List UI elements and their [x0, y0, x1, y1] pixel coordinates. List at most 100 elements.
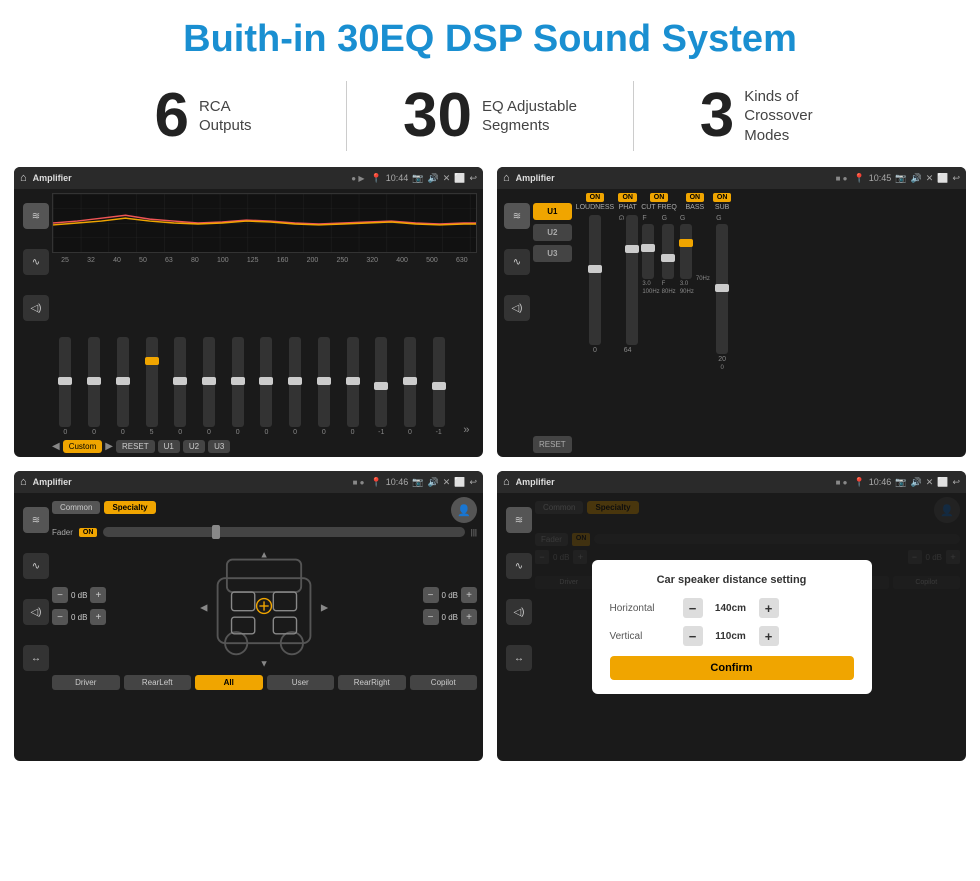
fader-vol-right: − 0 dB + − 0 dB + — [423, 587, 477, 625]
fader-minus-2[interactable]: − — [423, 587, 439, 603]
fader-icon-wave[interactable]: ∿ — [23, 553, 49, 579]
cutfreq-toggle[interactable]: ON — [650, 193, 669, 202]
stats-row: 6 RCAOutputs 30 EQ AdjustableSegments 3 … — [0, 71, 980, 167]
fader-plus-3[interactable]: + — [461, 609, 477, 625]
screen1-eq-area: ≋ ∿ ◁) — [14, 189, 483, 457]
eq-btn-custom[interactable]: Custom — [63, 440, 103, 453]
home-icon-4[interactable]: ⌂ — [503, 476, 510, 488]
fader-btn-driver[interactable]: Driver — [52, 675, 120, 690]
eq-icon-wave[interactable]: ∿ — [23, 249, 49, 275]
car-svg-area: ▲ ▼ ◀ ▶ — [114, 541, 414, 671]
eq-slider-8[interactable]: 0 — [289, 337, 301, 436]
dist-icon-arrows[interactable]: ↔ — [506, 645, 532, 671]
fader-plus-0[interactable]: + — [90, 587, 106, 603]
cross-col-sub: ON SUB G 20 0 — [713, 193, 732, 453]
eq-more-icon[interactable]: » — [463, 424, 469, 436]
loudness-toggle[interactable]: ON — [586, 193, 605, 202]
screen-crossover: ⌂ Amplifier ■ ● 📍 10:45 📷 🔊 ✕ ⬜ ↩ ≋ ∿ ◁) — [497, 167, 966, 457]
eq-slider-13[interactable]: -1 — [433, 337, 445, 436]
dist-icon-filters[interactable]: ≋ — [506, 507, 532, 533]
eq-slider-3[interactable]: 5 — [146, 337, 158, 436]
eq-bottom-bar: ◀ Custom ▶ RESET U1 U2 U3 — [52, 440, 477, 453]
eq-slider-11[interactable]: -1 — [375, 337, 387, 436]
fader-icon-filters[interactable]: ≋ — [23, 507, 49, 533]
cross-col-cutfreq: ON CUT FREQ F 3.0 100Hz — [641, 193, 677, 453]
screen1-topbar-icons: 📍 10:44 📷 🔊 ✕ ⬜ ↩ — [371, 173, 478, 184]
fader-btn-rearleft[interactable]: RearLeft — [124, 675, 192, 690]
eq-slider-12[interactable]: 0 — [404, 337, 416, 436]
dist-horizontal-label: Horizontal — [610, 603, 675, 614]
eq-icon-speaker[interactable]: ◁) — [23, 295, 49, 321]
screen4-topbar-icons: 📍 10:46 📷 🔊 ✕ ⬜ ↩ — [854, 477, 961, 488]
fader-btn-rearleft2[interactable]: RearRight — [338, 675, 406, 690]
cross-preset-u2[interactable]: U2 — [533, 224, 572, 241]
cross-reset-btn[interactable]: RESET — [533, 436, 572, 453]
cross-icon-filters[interactable]: ≋ — [504, 203, 530, 229]
fader-minus-1[interactable]: − — [52, 609, 68, 625]
fader-btn-all[interactable]: All — [195, 675, 263, 690]
dist-tab-specialty[interactable]: Specialty — [587, 501, 638, 514]
cross-icon-speaker[interactable]: ◁) — [504, 295, 530, 321]
eq-sidebar: ≋ ∿ ◁) — [20, 193, 52, 453]
fader-icon-speaker[interactable]: ◁) — [23, 599, 49, 625]
fader-btn-copilot[interactable]: Copilot — [410, 675, 478, 690]
fader-tab-specialty[interactable]: Specialty — [104, 501, 155, 514]
dist-vertical-minus[interactable]: − — [683, 626, 703, 646]
eq-main: 253240506380100125160200250320400500630 … — [52, 193, 477, 453]
home-icon-2[interactable]: ⌂ — [503, 172, 510, 184]
sub-toggle[interactable]: ON — [713, 193, 732, 202]
eq-slider-1[interactable]: 0 — [88, 337, 100, 436]
fader-bottom-buttons: Driver RearLeft All User RearRight Copil… — [52, 675, 477, 690]
cross-col-phat: ON PHAT G 64 — [617, 193, 638, 453]
fader-on-badge[interactable]: ON — [79, 528, 98, 537]
fader-tab-common[interactable]: Common — [52, 501, 100, 514]
fader-db-1: 0 dB — [71, 613, 87, 622]
eq-slider-4[interactable]: 0 — [174, 337, 186, 436]
eq-slider-0[interactable]: 0 — [59, 337, 71, 436]
eq-btn-u2[interactable]: U2 — [183, 440, 205, 453]
fader-plus-2[interactable]: + — [461, 587, 477, 603]
phat-toggle[interactable]: ON — [618, 193, 637, 202]
fader-minus-3[interactable]: − — [423, 609, 439, 625]
dist-icon-wave[interactable]: ∿ — [506, 553, 532, 579]
screen1-title: Amplifier — [33, 173, 72, 183]
eq-btn-u1[interactable]: U1 — [158, 440, 180, 453]
home-icon[interactable]: ⌂ — [20, 172, 27, 184]
fader-profile-btn[interactable]: 👤 — [451, 497, 477, 523]
fader-vol-row-1: − 0 dB + — [52, 609, 106, 625]
dist-icon-speaker[interactable]: ◁) — [506, 599, 532, 625]
eq-slider-10[interactable]: 0 — [347, 337, 359, 436]
home-icon-3[interactable]: ⌂ — [20, 476, 27, 488]
screen2-topbar-icons: 📍 10:45 📷 🔊 ✕ ⬜ ↩ — [854, 173, 961, 184]
fader-plus-1[interactable]: + — [90, 609, 106, 625]
bass-toggle[interactable]: ON — [686, 193, 705, 202]
eq-slider-5[interactable]: 0 — [203, 337, 215, 436]
eq-slider-9[interactable]: 0 — [318, 337, 330, 436]
stat-number-crossover: 3 — [700, 85, 734, 147]
cross-icon-wave[interactable]: ∿ — [504, 249, 530, 275]
dist-confirm-button[interactable]: Confirm — [610, 656, 854, 680]
eq-btn-reset[interactable]: RESET — [116, 440, 155, 453]
dist-profile-btn[interactable]: 👤 — [934, 497, 960, 523]
dist-horizontal-plus[interactable]: + — [759, 598, 779, 618]
eq-slider-7[interactable]: 0 — [260, 337, 272, 436]
fader-slider[interactable] — [103, 527, 464, 537]
fader-minus-0[interactable]: − — [52, 587, 68, 603]
dist-tab-common[interactable]: Common — [535, 501, 583, 514]
eq-icon-filters[interactable]: ≋ — [23, 203, 49, 229]
dist-vertical-plus[interactable]: + — [759, 626, 779, 646]
cross-preset-u1[interactable]: U1 — [533, 203, 572, 220]
dist-horizontal-minus[interactable]: − — [683, 598, 703, 618]
stat-label-crossover: Kinds ofCrossover Modes — [744, 87, 854, 146]
cross-preset-u3[interactable]: U3 — [533, 245, 572, 262]
fader-icon-arrows[interactable]: ↔ — [23, 645, 49, 671]
eq-slider-2[interactable]: 0 — [117, 337, 129, 436]
fader-db-3: 0 dB — [442, 613, 458, 622]
eq-btn-u3[interactable]: U3 — [208, 440, 230, 453]
stat-crossover: 3 Kinds ofCrossover Modes — [634, 85, 920, 147]
fader-main: Common Specialty 👤 Fader ON ||| — [52, 497, 477, 757]
eq-freq-labels: 253240506380100125160200250320400500630 — [52, 257, 477, 264]
fader-btn-user[interactable]: User — [267, 675, 335, 690]
cross-sidebar: ≋ ∿ ◁) — [501, 193, 533, 453]
eq-slider-6[interactable]: 0 — [232, 337, 244, 436]
